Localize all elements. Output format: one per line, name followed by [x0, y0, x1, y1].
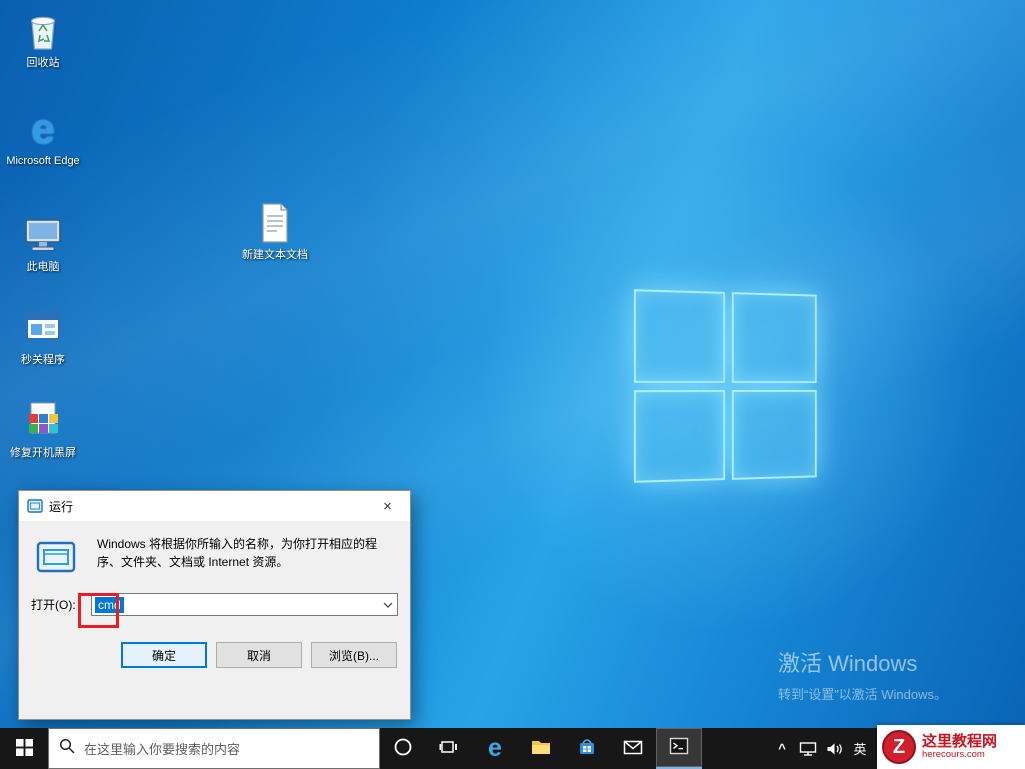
desktop-icon-label: 修复开机黑屏	[10, 447, 76, 459]
run-command-value: cmd	[95, 596, 124, 613]
command-prompt-icon	[669, 736, 689, 759]
site-logo-icon: Z	[882, 730, 916, 764]
cancel-button[interactable]: 取消	[216, 642, 302, 668]
task-view-button[interactable]	[426, 728, 472, 769]
run-icon	[35, 539, 77, 582]
cortana-button[interactable]	[380, 728, 426, 769]
desktop-icon-quick-close-program[interactable]: 秒关程序	[6, 305, 80, 367]
windows-logo-pane	[633, 289, 725, 383]
desktop-icon-microsoft-edge[interactable]: e Microsoft Edge	[6, 106, 80, 168]
run-dialog-titlebar[interactable]: 运行 ×	[19, 491, 410, 521]
desktop-icon-label: 此电脑	[26, 261, 60, 273]
desktop-icon-fix-black-screen[interactable]: 修复开机黑屏	[6, 398, 80, 460]
edge-icon: e	[6, 106, 80, 152]
task-view-icon	[439, 737, 459, 760]
windows-logo-wallpaper	[633, 289, 817, 483]
desktop-icon-recycle-bin[interactable]: 回收站	[6, 8, 80, 70]
edge-icon: e	[488, 734, 502, 762]
mosaic-tool-icon	[6, 398, 80, 444]
file-explorer-button[interactable]	[518, 728, 564, 769]
windows-logo-pane	[731, 292, 817, 383]
run-command-combobox[interactable]: cmd	[91, 593, 398, 616]
site-name: 这里教程网	[922, 732, 998, 750]
windows-logo-pane	[731, 389, 817, 480]
tray-show-hidden-button[interactable]: ^	[769, 728, 795, 769]
desktop-icon-label: Microsoft Edge	[6, 155, 80, 167]
dialog-buttons: 确定 取消 浏览(B)...	[31, 642, 398, 668]
activation-line2: 转到“设置”以激活 Windows。	[778, 687, 948, 702]
close-button[interactable]: ×	[365, 492, 410, 521]
desktop-icon-new-text-document[interactable]: 新建文本文档	[238, 200, 312, 262]
computer-icon	[6, 212, 80, 258]
chevron-down-icon[interactable]	[379, 594, 397, 615]
mail-button[interactable]	[610, 728, 656, 769]
recycle-bin-icon	[6, 8, 80, 54]
system-tray: ^ 英	[769, 728, 873, 769]
activation-line1: 激活 Windows	[778, 651, 918, 676]
windows-logo-pane	[633, 389, 725, 483]
desktop: 回收站 e Microsoft Edge 此电脑 秒关程序 修复开机黑屏 新建文…	[0, 0, 1025, 728]
network-icon[interactable]	[795, 728, 821, 769]
folder-icon	[530, 737, 552, 760]
taskbar-left: 在这里输入你要搜索的内容 e	[0, 728, 702, 769]
run-dialog-title-icon	[27, 498, 43, 514]
desktop-icon-this-pc[interactable]: 此电脑	[6, 212, 80, 274]
windows-start-icon	[15, 738, 33, 759]
open-label: 打开(O):	[31, 598, 76, 612]
run-dialog: 运行 × Windows 将根据你所输入的名称，为你打开相应的程序、文件夹、文档…	[18, 490, 411, 720]
run-dialog-title: 运行	[49, 499, 74, 514]
site-watermark: Z 这里教程网 herecours.com	[877, 725, 1025, 769]
taskbar-search[interactable]: 在这里输入你要搜索的内容	[48, 728, 380, 769]
activation-watermark: 激活 Windows 转到“设置”以激活 Windows。	[778, 646, 947, 703]
search-placeholder: 在这里输入你要搜索的内容	[84, 742, 241, 757]
desktop-icon-label: 回收站	[26, 57, 60, 69]
close-icon: ×	[383, 497, 392, 515]
taskbar: 在这里输入你要搜索的内容 e ^ 英	[0, 728, 1025, 769]
start-button[interactable]	[0, 728, 48, 769]
app-window-icon	[6, 305, 80, 351]
text-document-icon	[238, 200, 312, 246]
mail-icon	[623, 739, 643, 759]
desktop-icon-label: 秒关程序	[21, 354, 65, 366]
browse-button[interactable]: 浏览(B)...	[311, 642, 397, 668]
run-dialog-description: Windows 将根据你所输入的名称，为你打开相应的程序、文件夹、文档或 Int…	[97, 537, 378, 569]
desktop-icon-label: 新建文本文档	[242, 249, 308, 261]
cortana-icon	[393, 737, 413, 760]
store-button[interactable]	[564, 728, 610, 769]
search-icon	[59, 738, 75, 759]
cmd-button[interactable]	[656, 728, 702, 769]
ok-button[interactable]: 确定	[121, 642, 207, 668]
taskbar-edge-button[interactable]: e	[472, 728, 518, 769]
ime-indicator[interactable]: 英	[847, 728, 873, 769]
open-row: 打开(O): cmd	[31, 593, 398, 616]
site-url: herecours.com	[922, 749, 985, 761]
store-icon	[577, 737, 597, 760]
edge-letter: e	[31, 105, 55, 152]
run-dialog-body: Windows 将根据你所输入的名称，为你打开相应的程序、文件夹、文档或 Int…	[19, 521, 410, 668]
volume-icon[interactable]	[821, 728, 847, 769]
